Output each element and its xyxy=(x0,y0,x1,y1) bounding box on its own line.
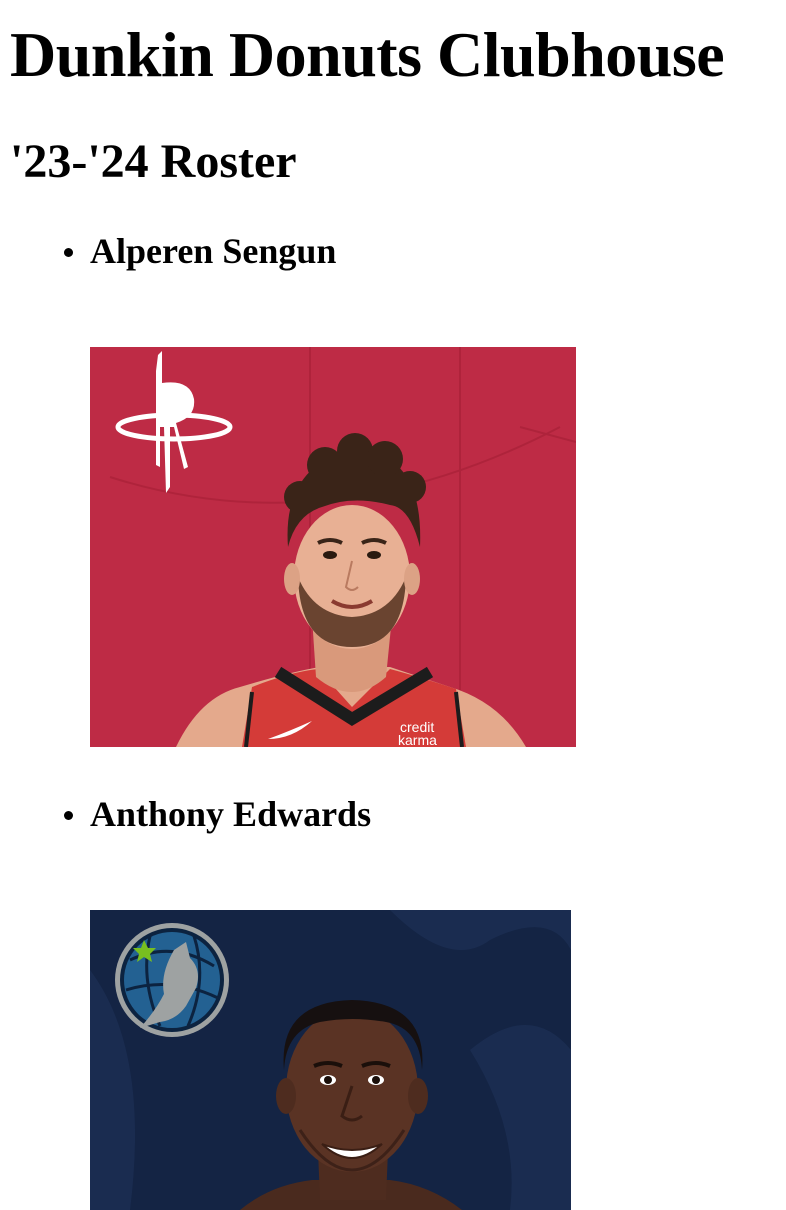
jersey-sponsor-bottom: karma xyxy=(398,732,437,747)
player-photo: credit karma xyxy=(90,347,576,747)
page: Dunkin Donuts Clubhouse '23-'24 Roster A… xyxy=(0,0,786,1210)
list-bullet xyxy=(64,248,73,257)
roster-title: '23-'24 Roster xyxy=(10,135,297,188)
site-title: Dunkin Donuts Clubhouse xyxy=(10,19,725,90)
player-photo-image: credit karma xyxy=(90,347,576,747)
player-photo-image xyxy=(90,910,571,1210)
timberwolves-logo-icon xyxy=(115,923,229,1037)
player-photo xyxy=(90,910,571,1210)
player-name: Alperen Sengun xyxy=(90,231,337,271)
list-bullet xyxy=(64,811,73,820)
player-name: Anthony Edwards xyxy=(90,794,372,834)
